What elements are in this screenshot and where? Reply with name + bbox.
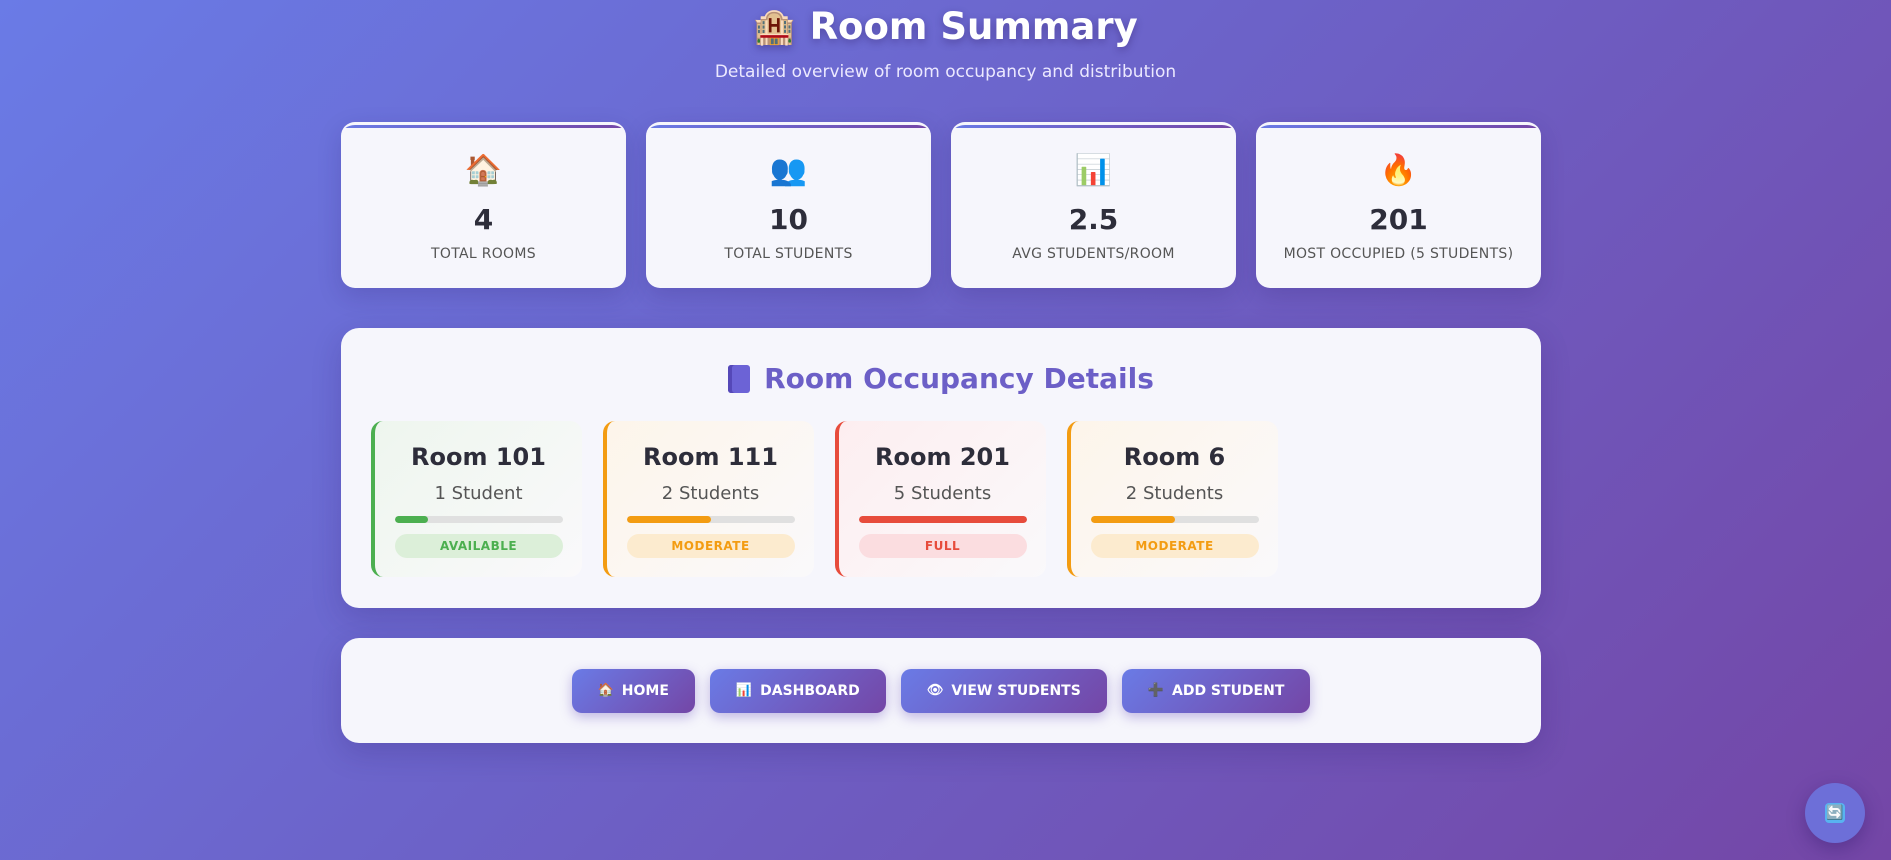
occupancy-bar xyxy=(394,516,563,523)
room-name: Room 101 xyxy=(411,443,546,471)
house-icon: 🏠 xyxy=(464,153,503,188)
occupancy-bar-fill xyxy=(1090,516,1175,523)
section-title-text: Room Occupancy Details xyxy=(764,362,1154,395)
status-badge: AVAILABLE xyxy=(394,534,563,558)
occupancy-bar xyxy=(1090,516,1259,523)
stat-value: 201 xyxy=(1369,203,1428,236)
section-title: Room Occupancy Details xyxy=(341,362,1541,395)
stats-row: 🏠 4 TOTAL ROOMS 👥 10 TOTAL STUDENTS 📊 2.… xyxy=(341,122,1541,288)
room-card[interactable]: Room 111 2 Students MODERATE xyxy=(603,421,814,577)
stat-value: 4 xyxy=(473,203,494,236)
stat-card-total-rooms: 🏠 4 TOTAL ROOMS xyxy=(341,122,626,288)
room-card[interactable]: Room 101 1 Student AVAILABLE xyxy=(371,421,582,577)
fire-icon: 🔥 xyxy=(1379,153,1418,188)
stat-label: AVG STUDENTS/ROOM xyxy=(1012,246,1175,262)
bar-chart-icon: 📊 xyxy=(1074,153,1113,188)
status-badge: MODERATE xyxy=(626,534,795,558)
home-button[interactable]: 🏠 HOME xyxy=(571,668,695,713)
stat-label: MOST OCCUPIED (5 STUDENTS) xyxy=(1283,246,1514,262)
home-icon: 🏠 xyxy=(597,683,614,698)
room-card[interactable]: Room 201 5 Students FULL xyxy=(835,421,1046,577)
people-icon: 👥 xyxy=(769,153,808,188)
occupancy-bar xyxy=(626,516,795,523)
room-student-count: 5 Students xyxy=(893,483,992,504)
occupancy-bar-fill xyxy=(858,516,1027,523)
status-badge: FULL xyxy=(858,534,1027,558)
add-student-button-label: ADD STUDENT xyxy=(1171,682,1285,699)
stat-value: 10 xyxy=(769,203,808,236)
room-card[interactable]: Room 6 2 Students MODERATE xyxy=(1067,421,1278,577)
stat-card-total-students: 👥 10 TOTAL STUDENTS xyxy=(646,122,931,288)
room-occupancy-panel: Room Occupancy Details Room 101 1 Studen… xyxy=(341,328,1541,608)
view-students-button[interactable]: 👁 VIEW STUDENTS xyxy=(900,668,1107,713)
page-header: 🏨 Room Summary Detailed overview of room… xyxy=(0,0,1891,82)
hotel-icon: 🏨 xyxy=(753,7,796,47)
eye-icon: 👁 xyxy=(926,683,944,698)
dashboard-button[interactable]: 📊 DASHBOARD xyxy=(709,668,886,713)
stat-value: 2.5 xyxy=(1068,203,1119,236)
room-student-count: 1 Student xyxy=(434,483,523,504)
room-name: Room 6 xyxy=(1123,443,1226,471)
room-name: Room 111 xyxy=(643,443,778,471)
room-cards: Room 101 1 Student AVAILABLE Room 111 2 … xyxy=(371,421,1278,577)
home-button-label: HOME xyxy=(621,682,669,699)
occupancy-bar xyxy=(858,516,1027,523)
room-name: Room 201 xyxy=(875,443,1010,471)
book-icon xyxy=(728,364,751,393)
status-badge: MODERATE xyxy=(1090,534,1259,558)
refresh-icon: 🔄 xyxy=(1825,803,1845,823)
stat-card-most-occupied: 🔥 201 MOST OCCUPIED (5 STUDENTS) xyxy=(1256,122,1541,288)
add-student-button[interactable]: ➕ ADD STUDENT xyxy=(1121,668,1311,713)
refresh-button[interactable]: 🔄 xyxy=(1805,783,1865,843)
occupancy-bar-fill xyxy=(626,516,711,523)
dashboard-icon: 📊 xyxy=(735,683,753,698)
occupancy-bar-fill xyxy=(394,516,429,523)
view-students-button-label: VIEW STUDENTS xyxy=(951,682,1081,699)
stat-card-avg-students: 📊 2.5 AVG STUDENTS/ROOM xyxy=(951,122,1236,288)
stat-label: TOTAL ROOMS xyxy=(431,246,536,262)
dashboard-button-label: DASHBOARD xyxy=(760,682,860,699)
page-title: 🏨 Room Summary xyxy=(753,4,1138,50)
stat-label: TOTAL STUDENTS xyxy=(724,246,853,262)
plus-icon: ➕ xyxy=(1147,683,1164,698)
page-title-text: Room Summary xyxy=(809,5,1138,48)
room-student-count: 2 Students xyxy=(661,483,760,504)
page-subtitle: Detailed overview of room occupancy and … xyxy=(714,62,1177,82)
action-bar: 🏠 HOME 📊 DASHBOARD 👁 VIEW STUDENTS ➕ ADD… xyxy=(341,638,1541,743)
room-student-count: 2 Students xyxy=(1125,483,1224,504)
